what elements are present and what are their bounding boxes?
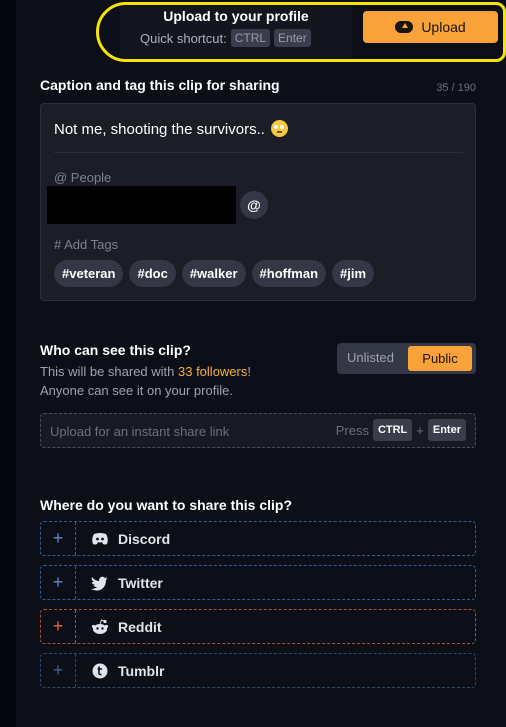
share-label: Discord: [91, 531, 170, 547]
share-tumblr[interactable]: + Tumblr: [40, 653, 476, 688]
caption-text: Not me, shooting the survivors..: [54, 121, 265, 138]
upload-button[interactable]: Upload: [363, 11, 498, 43]
twitter-icon: [91, 575, 109, 591]
face-with-rolling-eyes-icon: [270, 120, 288, 137]
visibility-title: Who can see this clip?: [40, 342, 191, 358]
caption-divider: [54, 152, 463, 153]
share-discord[interactable]: + Discord: [40, 521, 476, 556]
tumblr-label: Tumblr: [118, 663, 165, 679]
plus-icon: +: [41, 522, 76, 555]
people-input[interactable]: [47, 186, 236, 224]
tag-chip[interactable]: #veteran: [54, 260, 124, 287]
add-tags-label: # Add Tags: [54, 237, 119, 252]
public-option[interactable]: Public: [408, 346, 472, 371]
unlisted-option[interactable]: Unlisted: [347, 350, 394, 365]
share-section-title: Where do you want to share this clip?: [40, 497, 293, 513]
plus-icon: +: [41, 566, 76, 599]
twitter-label: Twitter: [118, 575, 163, 591]
share-label: Reddit: [91, 619, 162, 635]
caption-input[interactable]: Not me, shooting the survivors..: [54, 120, 288, 138]
enter-key: Enter: [274, 29, 311, 47]
shared-suffix: !: [247, 364, 251, 379]
tag-chip[interactable]: #doc: [129, 260, 176, 287]
discord-icon: [91, 531, 109, 547]
press-label: Press: [335, 422, 369, 438]
upload-button-label: Upload: [421, 19, 466, 35]
discord-label: Discord: [118, 531, 171, 547]
left-sidebar-strip: [0, 0, 16, 727]
quick-shortcut: Quick shortcut: CTRL Enter: [140, 29, 311, 47]
ctrl-key: CTRL: [372, 419, 413, 441]
share-twitter[interactable]: + Twitter: [40, 565, 476, 600]
tumblr-icon: [91, 663, 109, 679]
visibility-toggle: Unlisted Public: [337, 343, 476, 374]
share-reddit[interactable]: + Reddit: [40, 609, 476, 644]
press-shortcut: Press CTRL + Enter: [336, 419, 466, 441]
shared-with-text: This will be shared with 33 followers!: [40, 364, 251, 379]
enter-key: Enter: [427, 419, 466, 441]
plus-sign: +: [416, 422, 424, 438]
share-link-placeholder: Upload for an instant share link: [50, 424, 230, 439]
caption-section-title: Caption and tag this clip for sharing: [40, 77, 280, 93]
tag-chip[interactable]: #hoffman: [251, 260, 327, 287]
ctrl-key: CTRL: [230, 29, 271, 47]
share-link-box[interactable]: Upload for an instant share link Press C…: [40, 413, 476, 448]
reddit-icon: [91, 619, 109, 635]
plus-icon: +: [41, 654, 76, 687]
anyone-can-see-text: Anyone can see it on your profile.: [40, 383, 233, 398]
shortcut-label: Quick shortcut:: [140, 30, 227, 46]
shared-prefix: This will be shared with: [40, 364, 178, 379]
cloud-upload-icon: [395, 21, 414, 33]
plus-icon: +: [41, 610, 76, 643]
followers-count: 33 followers: [178, 364, 248, 379]
upload-title: Upload to your profile: [163, 8, 309, 24]
caption-char-counter: 35 / 190: [436, 82, 476, 94]
reddit-label: Reddit: [118, 619, 162, 635]
people-label: @ People: [54, 170, 112, 185]
share-label: Tumblr: [91, 663, 164, 679]
mention-button[interactable]: @: [240, 191, 268, 219]
tag-list: #veteran #doc #walker #hoffman #jim: [54, 260, 375, 287]
share-label: Twitter: [91, 575, 163, 591]
tag-chip[interactable]: #jim: [332, 260, 375, 287]
caption-box: Not me, shooting the survivors.. @ Peopl…: [40, 103, 476, 301]
tag-chip[interactable]: #walker: [181, 260, 246, 287]
